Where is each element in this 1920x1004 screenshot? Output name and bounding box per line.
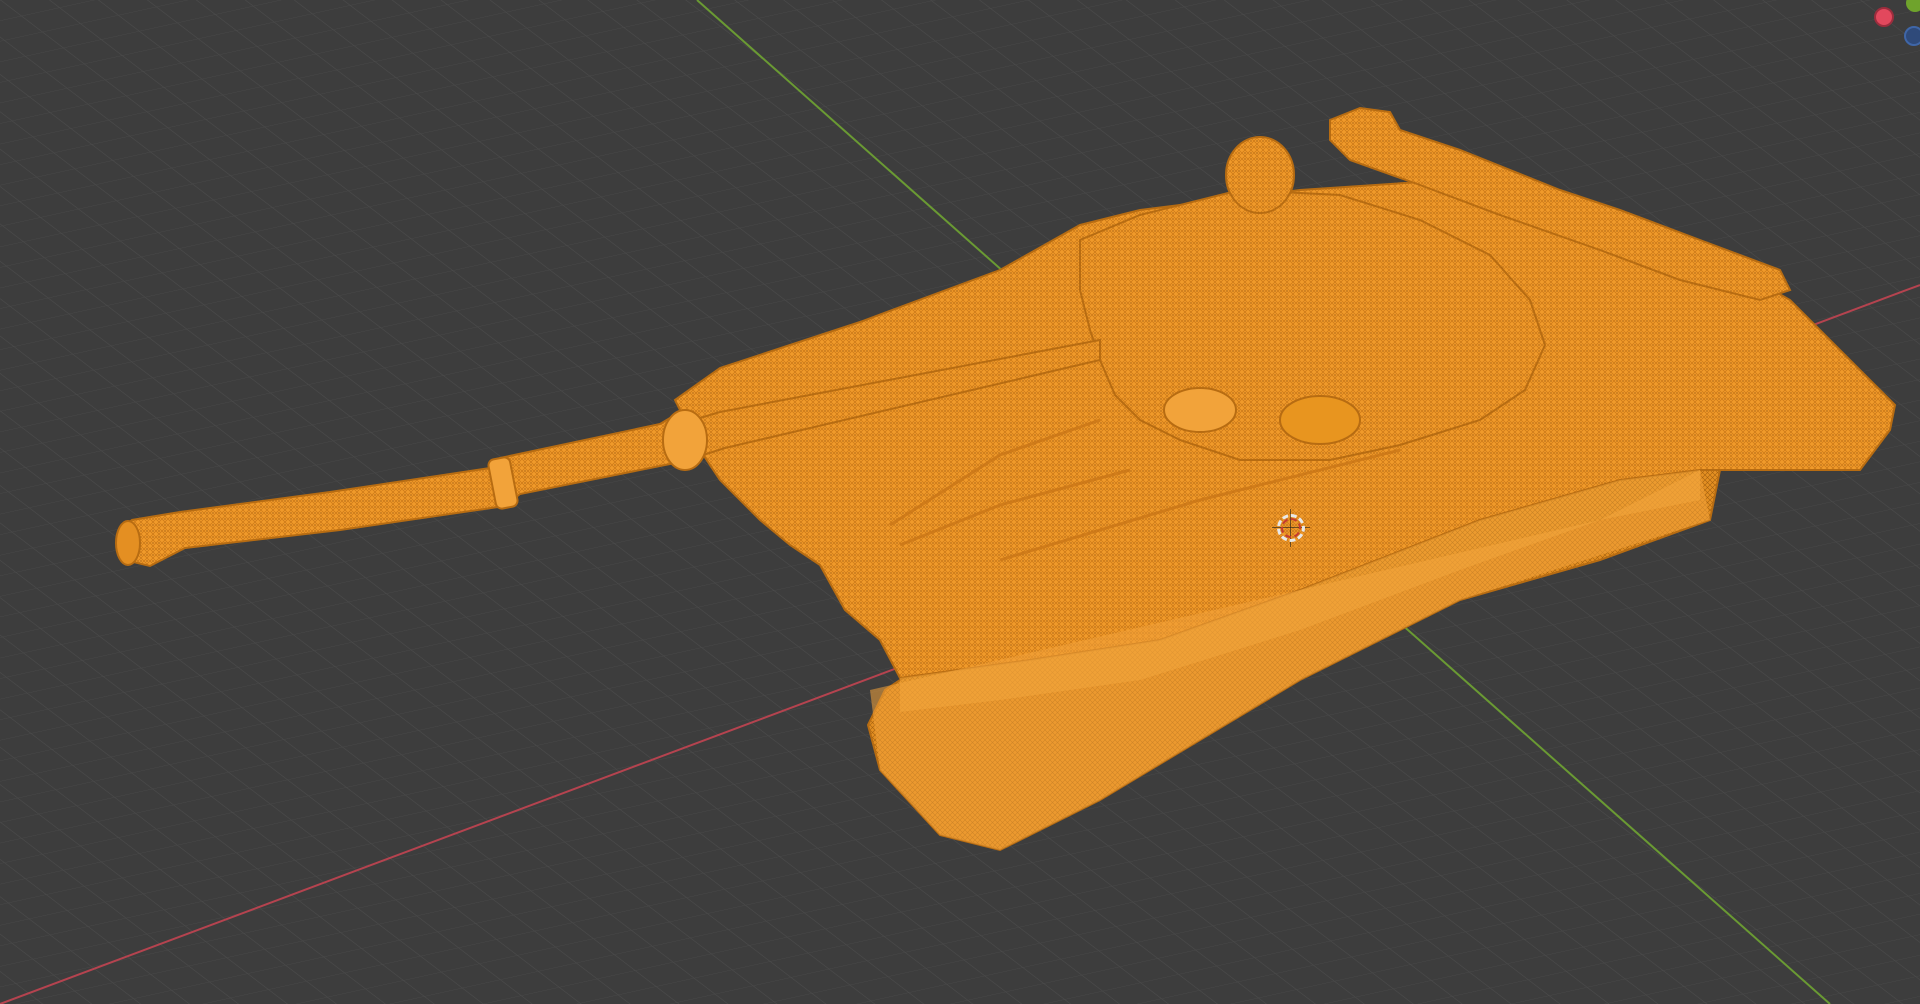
turret-sight <box>1279 395 1361 445</box>
gizmo-x-label <box>1874 7 1894 27</box>
turret-hatch <box>1163 387 1237 433</box>
turret-cupola <box>1225 136 1295 214</box>
3d-viewport[interactable] <box>0 0 1920 1004</box>
gizmo-z-axis-icon[interactable] <box>1904 26 1920 46</box>
cannon-muzzle <box>115 520 141 566</box>
navigation-gizmo[interactable] <box>1860 0 1920 60</box>
cannon-mantlet <box>662 409 708 471</box>
viewport-canvas[interactable] <box>0 0 1920 1004</box>
3d-cursor-icon[interactable] <box>1277 514 1305 542</box>
gizmo-y-axis-icon[interactable] <box>1906 0 1920 12</box>
